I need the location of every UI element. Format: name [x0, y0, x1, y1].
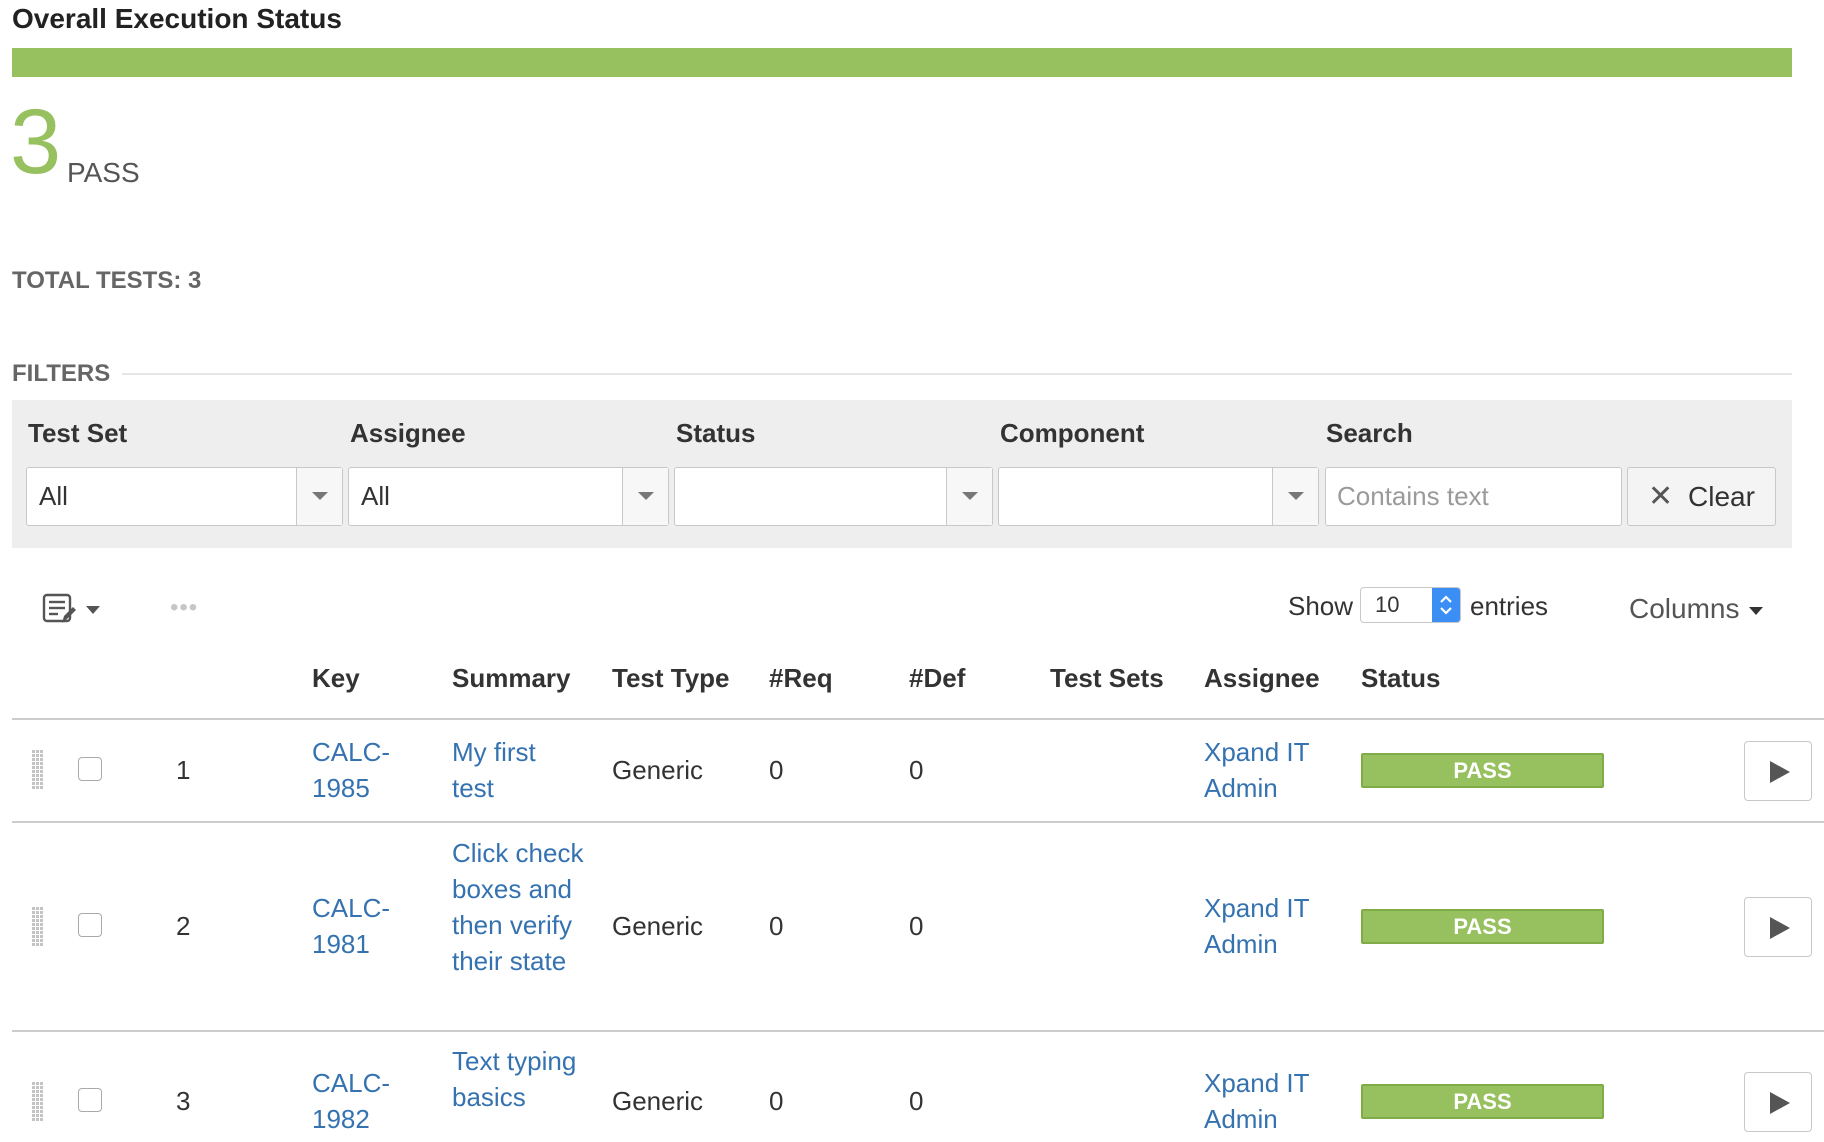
- play-icon: [1770, 761, 1790, 783]
- row-number: 3: [176, 1086, 191, 1116]
- row-checkbox[interactable]: [78, 1088, 102, 1112]
- entries-per-page-value: 10: [1375, 592, 1400, 617]
- test-summary-link[interactable]: My first test: [452, 734, 582, 806]
- status-dropdown-button[interactable]: [946, 468, 992, 525]
- assignee-select-value: All: [361, 481, 390, 511]
- pass-count-label: PASS: [67, 157, 140, 188]
- test-set-dropdown-button[interactable]: [296, 468, 342, 525]
- chevron-down-icon: [638, 492, 654, 500]
- table-row: 3 CALC-1982 Text typing basics Generic 0…: [0, 1032, 1824, 1142]
- page-title: Overall Execution Status: [12, 3, 342, 34]
- drag-handle-icon[interactable]: [32, 1082, 46, 1124]
- show-label: Show: [1288, 591, 1354, 621]
- close-icon: ✕: [1648, 480, 1674, 513]
- search-input[interactable]: [1325, 467, 1622, 526]
- chevron-down-icon: [962, 492, 978, 500]
- table-row: 2 CALC-1981 Click check boxes and then v…: [0, 823, 1824, 1030]
- row-number: 1: [176, 755, 191, 785]
- chevron-down-icon: [1288, 492, 1304, 500]
- test-set-select-value: All: [39, 481, 68, 511]
- more-horizontal-icon[interactable]: •••: [170, 596, 198, 620]
- test-key-link[interactable]: CALC-1982: [312, 1065, 422, 1137]
- execute-button[interactable]: [1744, 741, 1812, 801]
- execution-progress-bar: [12, 48, 1792, 77]
- status-select[interactable]: [674, 467, 993, 526]
- chevron-down-icon[interactable]: [1749, 607, 1763, 615]
- filters-divider: [122, 373, 1792, 375]
- req-count: 0: [769, 911, 784, 941]
- filter-label-status: Status: [676, 418, 756, 448]
- drag-handle-icon[interactable]: [32, 750, 46, 792]
- assignee-link[interactable]: Xpand IT Admin: [1204, 890, 1334, 962]
- column-header-key[interactable]: Key: [312, 663, 360, 693]
- row-checkbox[interactable]: [78, 757, 102, 781]
- test-type: Generic: [612, 755, 704, 785]
- table-row: 1 CALC-1985 My first test Generic 0 0 Xp…: [0, 720, 1824, 821]
- component-dropdown-button[interactable]: [1272, 468, 1318, 525]
- test-type: Generic: [612, 911, 704, 941]
- column-header-req[interactable]: #Req: [769, 663, 833, 693]
- filter-label-assignee: Assignee: [350, 418, 466, 448]
- filter-label-search: Search: [1326, 418, 1413, 448]
- column-header-test-type[interactable]: Test Type: [612, 663, 730, 693]
- test-summary-link[interactable]: Text typing basics: [452, 1043, 582, 1115]
- def-count: 0: [909, 1086, 924, 1116]
- def-count: 0: [909, 911, 924, 941]
- row-checkbox[interactable]: [78, 913, 102, 937]
- clear-button-label: Clear: [1688, 481, 1755, 512]
- filters-heading: FILTERS: [12, 360, 111, 387]
- columns-button[interactable]: Columns: [1629, 593, 1739, 625]
- status-badge: PASS: [1361, 909, 1604, 944]
- chevron-down-icon[interactable]: [86, 606, 100, 614]
- req-count: 0: [769, 1086, 784, 1116]
- entries-label: entries: [1470, 591, 1549, 621]
- test-summary-link[interactable]: Click check boxes and then verify their …: [452, 835, 592, 979]
- test-key-link[interactable]: CALC-1985: [312, 734, 422, 806]
- execute-button[interactable]: [1744, 1072, 1812, 1132]
- chevron-down-icon: [312, 492, 328, 500]
- test-set-select[interactable]: All: [26, 467, 343, 526]
- assignee-link[interactable]: Xpand IT Admin: [1204, 734, 1334, 806]
- row-number: 2: [176, 911, 191, 941]
- assignee-link[interactable]: Xpand IT Admin: [1204, 1065, 1334, 1137]
- spinner-icon[interactable]: [1432, 588, 1460, 622]
- req-count: 0: [769, 755, 784, 785]
- filter-label-component: Component: [1000, 418, 1145, 448]
- column-header-status[interactable]: Status: [1361, 663, 1440, 693]
- test-type: Generic: [612, 1086, 704, 1116]
- status-badge: PASS: [1361, 1084, 1604, 1119]
- column-header-assignee[interactable]: Assignee: [1204, 663, 1320, 693]
- total-tests: TOTAL TESTS: 3: [12, 267, 202, 294]
- pass-count: 3: [10, 91, 62, 193]
- clear-filters-button[interactable]: ✕ Clear: [1627, 467, 1776, 526]
- list-edit-icon[interactable]: [42, 592, 76, 626]
- drag-handle-icon[interactable]: [32, 907, 46, 949]
- filter-label-test-set: Test Set: [28, 418, 128, 448]
- component-select[interactable]: [998, 467, 1319, 526]
- column-header-def[interactable]: #Def: [909, 663, 965, 693]
- play-icon: [1770, 917, 1790, 939]
- entries-per-page-select[interactable]: 10: [1360, 587, 1461, 623]
- column-header-test-sets[interactable]: Test Sets: [1050, 663, 1164, 693]
- column-header-summary[interactable]: Summary: [452, 663, 571, 693]
- assignee-dropdown-button[interactable]: [622, 468, 668, 525]
- assignee-select[interactable]: All: [348, 467, 669, 526]
- test-key-link[interactable]: CALC-1981: [312, 890, 422, 962]
- play-icon: [1770, 1092, 1790, 1114]
- execute-button[interactable]: [1744, 897, 1812, 957]
- status-badge: PASS: [1361, 753, 1604, 788]
- def-count: 0: [909, 755, 924, 785]
